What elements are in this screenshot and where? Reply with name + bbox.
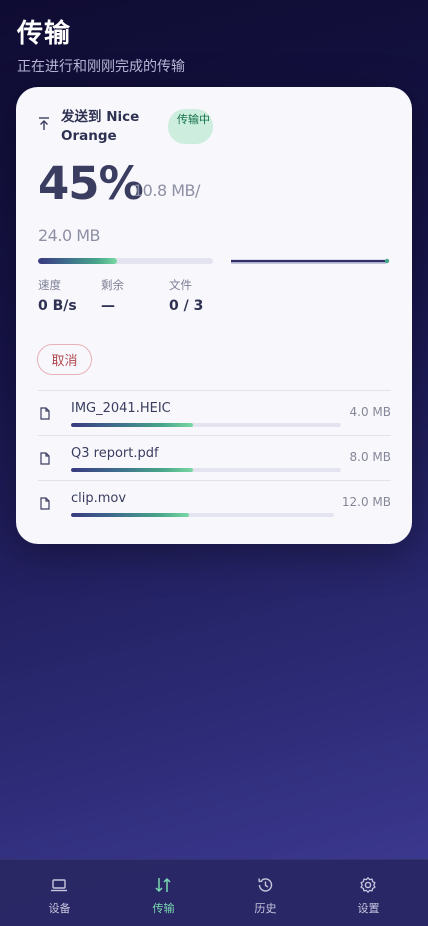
total-size: 24.0 MB <box>38 226 101 245</box>
stat-speed-label: 速度 <box>38 278 61 292</box>
file-progress-bar <box>71 468 341 472</box>
cancel-button[interactable]: 取消 <box>37 344 92 375</box>
file-list: IMG_2041.HEIC 4.0 MB Q3 report.pdf 8.0 M… <box>38 390 391 525</box>
stat-files-label: 文件 <box>169 278 192 292</box>
stat-speed: 速度 0 B/s <box>38 277 77 314</box>
tab-devices-label: 设备 <box>48 902 71 915</box>
tab-history[interactable]: 历史 <box>212 860 319 926</box>
file-progress-fill <box>71 513 190 517</box>
upload-icon <box>39 117 49 130</box>
transfer-title: 发送到 Nice Orange <box>61 109 140 144</box>
stat-files-value: 0 / 3 <box>169 298 204 314</box>
tab-settings[interactable]: 设置 <box>315 860 422 926</box>
laptop-icon <box>51 879 67 892</box>
stat-remaining-value: — <box>101 298 115 314</box>
bottom-tab-bar: 设备 传输 历史 设置 <box>0 859 428 926</box>
stat-speed-value: 0 B/s <box>38 298 77 314</box>
file-progress-fill <box>71 423 193 427</box>
stat-remaining: 剩余 — <box>101 277 124 314</box>
file-progress-bar <box>71 423 341 427</box>
status-badge: 传输中 <box>168 109 213 144</box>
file-size: 12.0 MB <box>341 495 391 509</box>
overall-progress-bar <box>38 258 213 264</box>
transferred-size: 10.8 MB/ <box>133 181 200 200</box>
tab-transfer[interactable]: 传输 <box>110 860 217 926</box>
file-name: clip.mov <box>71 491 127 506</box>
file-item: Q3 report.pdf 8.0 MB <box>38 435 391 480</box>
settings-icon <box>360 877 376 893</box>
speed-sparkline <box>231 258 390 264</box>
overall-progress-fill <box>38 258 117 264</box>
file-name: Q3 report.pdf <box>71 446 159 461</box>
file-size: 4.0 MB <box>349 405 391 419</box>
file-size: 8.0 MB <box>349 450 391 464</box>
file-item: IMG_2041.HEIC 4.0 MB <box>38 390 391 435</box>
tab-history-label: 历史 <box>254 902 277 915</box>
page-header: 传输 正在进行和刚刚完成的传输 <box>17 18 185 76</box>
file-icon <box>40 452 50 465</box>
file-progress-bar <box>71 513 334 517</box>
history-icon <box>258 878 273 892</box>
file-name: IMG_2041.HEIC <box>71 401 171 416</box>
stat-files: 文件 0 / 3 <box>169 277 203 314</box>
progress-percent: 45% <box>38 157 144 210</box>
file-icon <box>40 497 50 510</box>
tab-devices[interactable]: 设备 <box>6 860 113 926</box>
file-item: clip.mov 12.0 MB <box>38 480 391 525</box>
tab-transfer-label: 传输 <box>152 902 175 915</box>
file-progress-fill <box>71 468 193 472</box>
file-icon <box>40 407 50 420</box>
tab-settings-label: 设置 <box>357 902 380 915</box>
page-title: 传输 <box>17 19 72 49</box>
page-subtitle: 正在进行和刚刚完成的传输 <box>17 59 185 75</box>
transfer-arrows-icon <box>155 877 171 893</box>
stat-remaining-label: 剩余 <box>101 278 124 292</box>
transfer-card: 发送到 Nice Orange 传输中 45% 10.8 MB/ 24.0 MB… <box>16 87 412 544</box>
